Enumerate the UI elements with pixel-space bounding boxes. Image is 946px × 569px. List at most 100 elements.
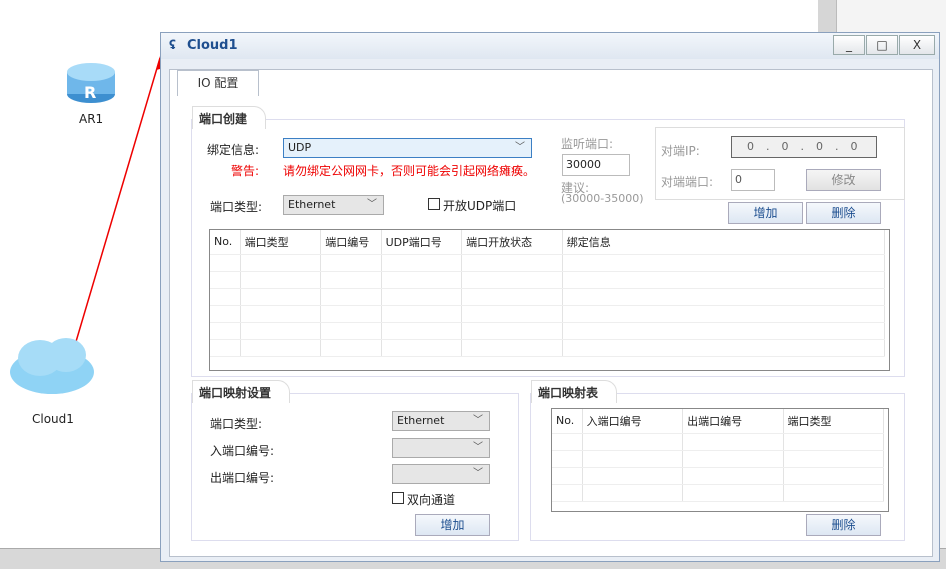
column-header[interactable]: 端口类型	[783, 409, 885, 434]
svg-text:R: R	[84, 83, 96, 102]
cloud-label: Cloud1	[32, 412, 74, 426]
table-cell	[320, 322, 382, 340]
port-map-settings-title: 端口映射设置	[192, 380, 291, 403]
bind-select[interactable]: UDP ﹀	[283, 138, 532, 158]
table-cell	[210, 305, 241, 323]
peer-ip-label: 对端IP:	[661, 144, 700, 158]
table-row[interactable]	[210, 322, 886, 340]
table-row[interactable]	[210, 305, 886, 323]
add-port-button[interactable]: 增加	[728, 202, 803, 224]
table-cell	[210, 339, 241, 357]
maximize-button[interactable]: □	[866, 35, 898, 55]
cloud-app-icon: ʢ	[169, 38, 176, 52]
table-cell	[552, 433, 583, 451]
map-port-type-value: Ethernet	[397, 414, 445, 427]
table-cell	[240, 322, 322, 340]
port-table-grid: No. 端口类型 端口编号 UDP端口号 端口开放状态 绑定信息	[210, 230, 886, 357]
table-cell	[461, 305, 563, 323]
table-cell	[562, 305, 886, 323]
warning-label: 警告:	[231, 164, 260, 178]
chevron-down-icon: ﹀	[473, 468, 483, 479]
table-cell	[682, 450, 784, 468]
add-map-button[interactable]: 增加	[415, 514, 490, 536]
minimize-button[interactable]: _	[833, 35, 865, 55]
table-cell	[240, 305, 322, 323]
port-map-table: No. 入端口编号 出端口编号 端口类型	[551, 408, 889, 512]
title-bar[interactable]: ʢ Cloud1 _ □ X	[161, 33, 939, 59]
open-udp-checkbox[interactable]	[428, 198, 440, 210]
bind-label: 绑定信息:	[207, 143, 260, 157]
column-header[interactable]: 绑定信息	[562, 230, 886, 255]
close-button[interactable]: X	[899, 35, 935, 55]
table-row[interactable]	[552, 467, 885, 485]
table-cell	[320, 305, 382, 323]
table-cell	[381, 254, 463, 272]
map-port-type-select[interactable]: Ethernet ﹀	[392, 411, 490, 431]
table-cell	[562, 254, 886, 272]
table-row[interactable]	[210, 254, 886, 272]
table-cell	[381, 271, 463, 289]
table-cell	[461, 322, 563, 340]
table-cell	[381, 322, 463, 340]
warning-text: 请勿绑定公网网卡，否则可能会引起网络瘫痪。	[283, 164, 536, 178]
port-map-table-title: 端口映射表	[531, 380, 618, 403]
tab-io-config[interactable]: IO 配置	[177, 70, 259, 96]
column-header[interactable]: No.	[210, 230, 241, 255]
column-header[interactable]: 出端口编号	[682, 409, 784, 434]
port-map-table-grid: No. 入端口编号 出端口编号 端口类型	[552, 409, 885, 502]
table-cell	[461, 271, 563, 289]
table-cell	[682, 433, 784, 451]
peer-port-input[interactable]: 0	[731, 169, 775, 191]
port-type-label: 端口类型:	[210, 200, 263, 214]
in-port-select[interactable]: ﹀	[392, 438, 490, 458]
table-cell	[783, 450, 885, 468]
table-cell	[240, 271, 322, 289]
table-cell	[783, 467, 885, 485]
table-row[interactable]	[552, 433, 885, 451]
table-cell	[562, 339, 886, 357]
chevron-down-icon: ﹀	[515, 142, 525, 153]
peer-port-label: 对端端口:	[661, 175, 714, 189]
column-header[interactable]: 端口开放状态	[461, 230, 563, 255]
delete-port-button[interactable]: 删除	[806, 202, 881, 224]
column-header[interactable]: No.	[552, 409, 583, 434]
table-cell	[552, 484, 583, 502]
listen-port-input[interactable]: 30000	[562, 154, 630, 176]
table-cell	[320, 288, 382, 306]
table-row[interactable]	[552, 484, 885, 502]
map-port-type-label: 端口类型:	[210, 417, 263, 431]
table-cell	[381, 305, 463, 323]
table-cell	[210, 254, 241, 272]
delete-map-button[interactable]: 删除	[806, 514, 881, 536]
table-cell	[320, 339, 382, 357]
table-cell	[381, 339, 463, 357]
table-row[interactable]	[210, 288, 886, 306]
column-header[interactable]: UDP端口号	[381, 230, 463, 255]
table-cell	[682, 484, 784, 502]
bidirectional-checkbox[interactable]	[392, 492, 404, 504]
port-create-title: 端口创建	[192, 106, 267, 129]
suggest-range: (30000-35000)	[561, 192, 644, 205]
table-cell	[210, 288, 241, 306]
peer-ip-input[interactable]: 0.0.0.0	[731, 136, 877, 158]
table-cell	[562, 288, 886, 306]
table-cell	[552, 450, 583, 468]
table-cell	[210, 271, 241, 289]
table-row[interactable]	[210, 271, 886, 289]
table-cell	[210, 322, 241, 340]
chevron-down-icon: ﹀	[473, 415, 483, 426]
column-header[interactable]: 端口类型	[240, 230, 322, 255]
port-type-select[interactable]: Ethernet ﹀	[283, 195, 384, 215]
out-port-select[interactable]: ﹀	[392, 464, 490, 484]
table-cell	[240, 254, 322, 272]
table-row[interactable]	[210, 339, 886, 357]
column-header[interactable]: 入端口编号	[582, 409, 684, 434]
column-header[interactable]: 端口编号	[320, 230, 382, 255]
cloud-dialog: ʢ Cloud1 _ □ X IO 配置 端口创建 绑定信息: UDP ﹀ 警告:…	[160, 32, 940, 562]
table-cell	[461, 288, 563, 306]
modify-button[interactable]: 修改	[806, 169, 881, 191]
table-row[interactable]	[552, 450, 885, 468]
ip-octet: 0	[850, 140, 859, 153]
table-header: No. 入端口编号 出端口编号 端口类型	[552, 409, 885, 434]
bind-value: UDP	[288, 141, 312, 154]
